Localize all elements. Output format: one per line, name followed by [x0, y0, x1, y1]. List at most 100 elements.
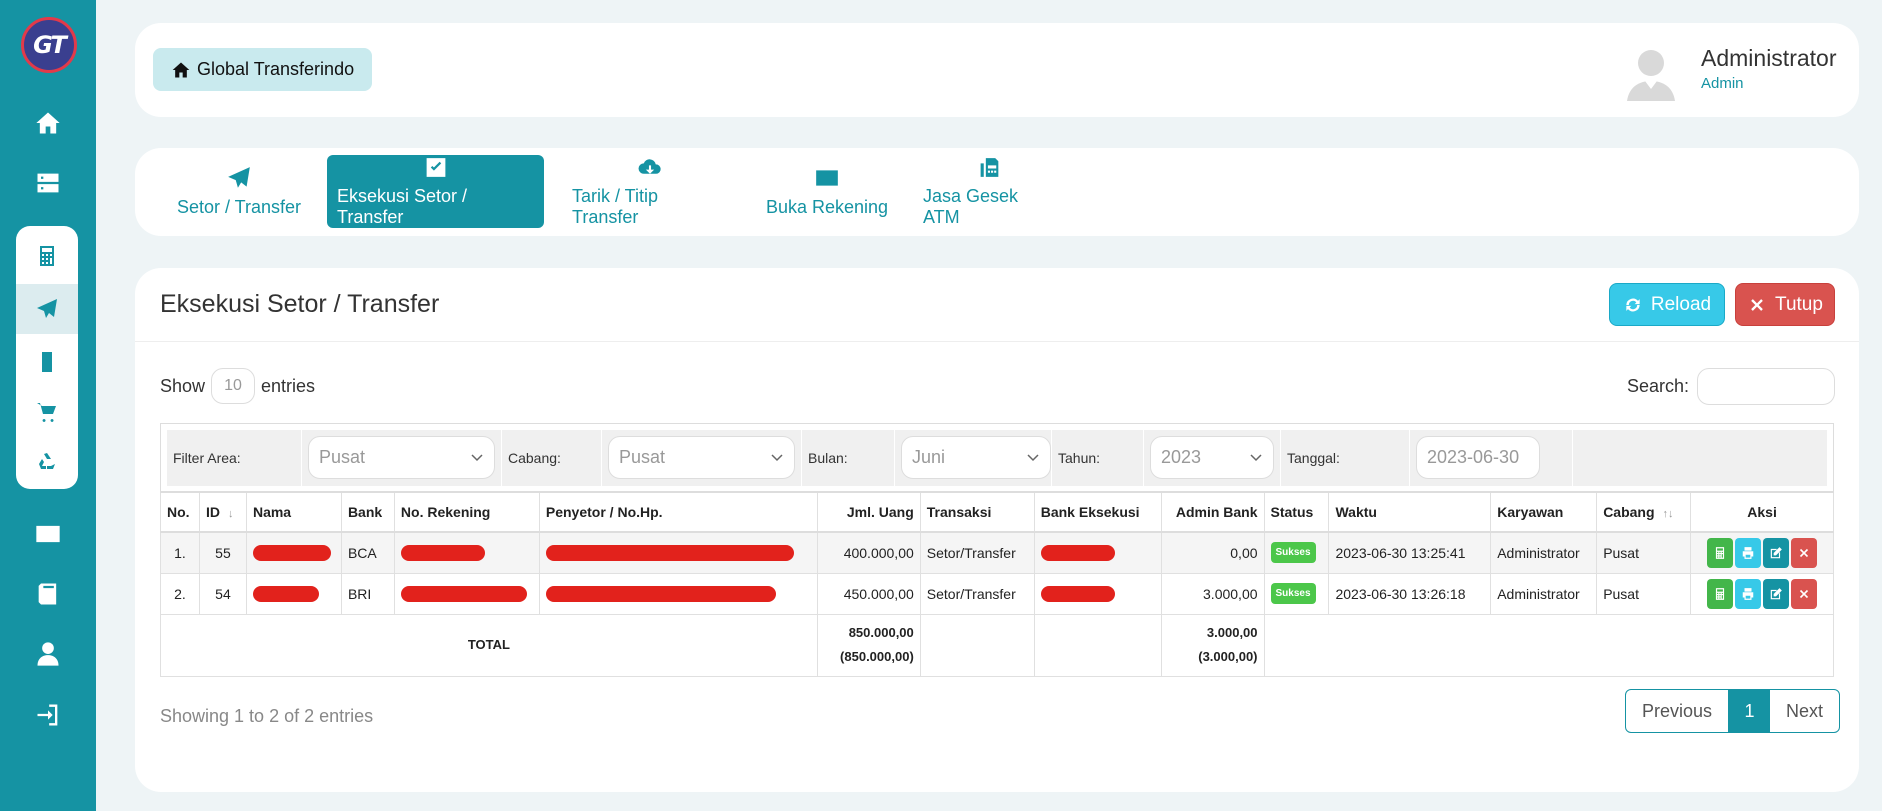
tab-jasa-gesek-atm[interactable]: Jasa Gesek ATM	[913, 155, 1067, 228]
tab-label: Buka Rekening	[765, 197, 889, 217]
cell-waktu: 2023-06-30 13:25:41	[1328, 531, 1492, 574]
tab-label: Jasa Gesek ATM	[923, 186, 1019, 227]
sidebar-mobile[interactable]	[16, 340, 78, 384]
cell-no: 2.	[160, 572, 200, 615]
col-status[interactable]: Status	[1263, 491, 1330, 533]
col-rekening[interactable]: No. Rekening	[393, 491, 540, 533]
sidebar-home[interactable]	[0, 101, 96, 145]
recycle-icon	[39, 453, 55, 469]
sidebar-card[interactable]	[0, 512, 96, 556]
user-icon	[37, 642, 59, 666]
table-row[interactable]: 1. 55 BCA 400.000,00 Setor/Transfer 0,00…	[160, 531, 1834, 574]
cell-admin-bank: 0,00	[1160, 531, 1265, 574]
close-icon	[1799, 548, 1809, 557]
col-penyetor[interactable]: Penyetor / No.Hp.	[538, 491, 818, 533]
reload-button[interactable]: Reload	[1609, 283, 1725, 326]
tab-buka-rekening[interactable]: Buka Rekening	[755, 155, 899, 228]
filter-tahun-select[interactable]: 2023	[1150, 436, 1274, 479]
cell-bank-eksekusi-redacted	[1033, 531, 1162, 574]
mobile-icon	[42, 352, 52, 372]
entries-select[interactable]: 10	[211, 368, 256, 404]
cell-jml-uang: 400.000,00	[816, 531, 921, 574]
cell-waktu: 2023-06-30 13:26:18	[1328, 572, 1492, 615]
check-square-icon	[426, 158, 445, 177]
page-length-control: Show 10 entries	[160, 368, 315, 404]
search-label: Search:	[1627, 376, 1690, 396]
total-row: TOTAL 850.000,00 (850.000,00) 3.000,00 (3.…	[160, 613, 1835, 677]
delete-button[interactable]	[1791, 578, 1818, 609]
sidebar-book[interactable]	[0, 572, 96, 616]
col-aksi: Aksi	[1690, 491, 1834, 533]
search-input[interactable]	[1697, 368, 1836, 405]
edit-button[interactable]	[1763, 578, 1790, 609]
print-button[interactable]	[1735, 537, 1762, 568]
sidebar-user[interactable]	[0, 632, 96, 676]
home-icon	[36, 112, 60, 134]
user-role: Admin	[1701, 75, 1744, 92]
cell-admin-bank: 3.000,00	[1160, 572, 1265, 615]
col-no[interactable]: No.	[160, 491, 200, 533]
calculator-button[interactable]	[1707, 578, 1734, 609]
filter-cabang-select[interactable]: Pusat	[608, 436, 795, 479]
filter-area-select[interactable]: Pusat	[308, 436, 495, 479]
col-admin-bank[interactable]: Admin Bank	[1160, 491, 1265, 533]
calculator-button[interactable]	[1707, 537, 1734, 568]
sort-desc-icon: ↓	[227, 508, 234, 520]
logo-text: GT	[33, 31, 67, 59]
table-info: Showing 1 to 2 of 2 entries	[160, 706, 374, 726]
print-button[interactable]	[1735, 578, 1762, 609]
col-karyawan[interactable]: Karyawan	[1490, 491, 1598, 533]
chevron-down-icon	[771, 454, 783, 462]
cell-status: Sukses	[1263, 531, 1330, 574]
filter-bulan-select[interactable]: Juni	[901, 436, 1051, 479]
edit-button[interactable]	[1763, 537, 1790, 568]
tab-bar: Setor / Transfer Eksekusi Setor / Transf…	[135, 148, 1859, 236]
cell-karyawan: Administrator	[1490, 531, 1598, 574]
redaction-mark	[252, 586, 319, 603]
table-row[interactable]: 2. 54 BRI 450.000,00 Setor/Transfer 3.00…	[160, 572, 1834, 615]
col-waktu[interactable]: Waktu	[1328, 491, 1492, 533]
search-control: Search:	[1627, 368, 1836, 405]
close-button[interactable]: Tutup	[1735, 283, 1835, 326]
filter-cabang-label: Cabang:	[502, 430, 602, 486]
cell-status: Sukses	[1263, 572, 1330, 615]
calculator-icon	[40, 246, 54, 266]
app-logo[interactable]: GT	[21, 17, 77, 73]
cell-nama-redacted	[245, 531, 342, 574]
sidebar-transfer[interactable]	[16, 284, 78, 334]
chevron-down-icon	[1250, 454, 1262, 462]
col-bank[interactable]: Bank	[340, 491, 395, 533]
cell-bank-eksekusi-redacted	[1033, 572, 1162, 615]
page-1-button[interactable]: 1	[1729, 690, 1771, 732]
delete-button[interactable]	[1791, 537, 1818, 568]
col-jml-uang[interactable]: Jml. Uang	[816, 491, 921, 533]
sidebar-logout[interactable]	[0, 693, 96, 737]
col-bank-eksekusi[interactable]: Bank Eksekusi	[1033, 491, 1162, 533]
tab-eksekusi-setor-transfer[interactable]: Eksekusi Setor / Transfer	[327, 155, 544, 228]
col-id[interactable]: ID ↓	[198, 491, 247, 533]
close-icon	[1799, 589, 1809, 598]
server-icon	[37, 173, 59, 193]
col-cabang[interactable]: Cabang ↑↓	[1596, 491, 1692, 533]
sidebar-recycle[interactable]	[16, 440, 78, 484]
next-button[interactable]: Next	[1770, 690, 1839, 732]
filter-tanggal-input[interactable]: 2023-06-30	[1416, 436, 1540, 479]
calculator-icon	[1715, 546, 1725, 559]
total-jml-uang: 850.000,00 (850.000,00)	[816, 613, 921, 677]
previous-button[interactable]: Previous	[1626, 690, 1730, 732]
col-transaksi[interactable]: Transaksi	[919, 491, 1035, 533]
edit-icon	[1770, 587, 1782, 599]
sidebar-cart[interactable]	[16, 390, 78, 434]
cell-jml-uang: 450.000,00	[816, 572, 921, 615]
brand-badge[interactable]: Global Transferindo	[153, 48, 373, 91]
tab-setor-transfer[interactable]: Setor / Transfer	[166, 155, 312, 228]
status-badge: Sukses	[1270, 542, 1316, 564]
sidebar: GT	[0, 0, 96, 811]
sidebar-calculator[interactable]	[16, 234, 78, 278]
tab-label: Eksekusi Setor / Transfer	[337, 186, 468, 227]
col-nama[interactable]: Nama	[245, 491, 342, 533]
home-icon	[172, 62, 190, 77]
sidebar-server[interactable]	[0, 161, 96, 205]
avatar[interactable]	[1621, 41, 1681, 101]
tab-tarik-titip-transfer[interactable]: Tarik / Titip Transfer	[562, 155, 738, 228]
